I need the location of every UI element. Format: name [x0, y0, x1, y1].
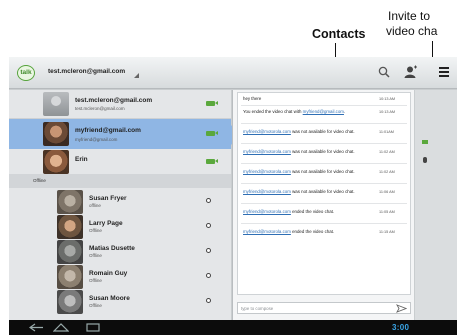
message-time: 11:15 AM [379, 230, 395, 234]
contact-name: Erin [75, 156, 88, 163]
invite-video-chat-callout: Invite to video cha [386, 9, 457, 39]
contact-name: Susan Moore [89, 295, 130, 302]
divider [241, 143, 407, 144]
contact-link[interactable]: myfriend@motorola.com [243, 169, 291, 174]
contact-row[interactable]: Susan Fryer offline [9, 189, 231, 214]
video-camera-icon [422, 140, 428, 144]
avatar [43, 92, 69, 116]
message-history[interactable]: hey there 10:13 AM You ended the video c… [237, 92, 411, 295]
contact-status: Offline [89, 253, 102, 258]
chat-message: myfriend@motorola.com was not available … [243, 169, 355, 174]
tablet-screen: talk test.mcleron@gmail.com test.mcleron… [9, 57, 457, 335]
send-icon[interactable] [396, 304, 407, 313]
contact-link[interactable]: myfriend@motorola.com [243, 209, 291, 214]
contacts-callout-label: Contacts [312, 27, 366, 41]
contact-link[interactable]: myfriend@motorola.com [243, 229, 291, 234]
chat-panel: hey there 10:13 AM You ended the video c… [232, 90, 414, 320]
offline-section-header: Offline [9, 174, 231, 188]
invite-callout-line2: video cha [386, 24, 438, 38]
divider [241, 183, 407, 184]
message-time: 11:05 AM [379, 210, 395, 214]
invite-callout-line1: Invite to [388, 9, 431, 23]
contact-row[interactable]: Susan Moore Offline [9, 289, 231, 314]
contact-name: myfriend@gmail.com [75, 127, 141, 134]
voice-chat-button[interactable] [419, 156, 431, 166]
contact-row-selected[interactable]: myfriend@gmail.com myfriend@gmail.com [9, 119, 240, 149]
contact-status: Offline [89, 228, 102, 233]
contact-name: test.mcleron@gmail.com [75, 97, 153, 104]
divider [241, 163, 407, 164]
system-bar: 3:00 [9, 320, 457, 335]
compose-input[interactable] [241, 305, 381, 312]
avatar [57, 190, 83, 214]
contact-name: Larry Page [89, 220, 123, 227]
recent-apps-icon[interactable] [85, 323, 101, 332]
contact-link[interactable]: myfriend@gmail.com [303, 109, 344, 114]
divider [241, 223, 407, 224]
contact-list: test.mcleron@gmail.com test.mcleron@gmai… [9, 90, 240, 320]
chat-message: You ended the video chat with myfriend@g… [243, 109, 346, 114]
chat-message: myfriend@motorola.com was not available … [243, 129, 355, 134]
talk-logo[interactable]: talk [17, 65, 35, 81]
contact-status: Offline [89, 278, 102, 283]
search-icon[interactable] [378, 66, 390, 78]
video-available-icon [206, 101, 218, 106]
contact-row[interactable]: test.mcleron@gmail.com test.mcleron@gmai… [9, 90, 231, 118]
account-dropdown-icon[interactable] [134, 73, 139, 78]
avatar [43, 122, 69, 146]
offline-status-icon [206, 298, 211, 303]
action-bar: talk test.mcleron@gmail.com [9, 57, 457, 89]
video-available-icon [206, 131, 218, 136]
contact-row[interactable]: Larry Page Offline [9, 214, 231, 239]
divider [241, 123, 407, 124]
contact-link[interactable]: myfriend@motorola.com [243, 149, 291, 154]
contact-name: Matias Dusette [89, 245, 135, 252]
chat-message: myfriend@motorola.com was not available … [243, 189, 355, 194]
contact-row[interactable]: Romain Guy Offline [9, 264, 231, 289]
contact-row[interactable]: Matias Dusette Offline [9, 239, 231, 264]
offline-status-icon [206, 223, 211, 228]
divider [241, 203, 407, 204]
video-available-icon [206, 159, 218, 164]
message-time: 11:06 AM [379, 190, 395, 194]
chat-message: hey there [243, 96, 262, 101]
message-time: 10:13 AM [379, 110, 396, 114]
avatar [57, 215, 83, 239]
account-name[interactable]: test.mcleron@gmail.com [48, 68, 125, 75]
offline-header-label: Offline [33, 178, 46, 183]
chat-message: myfriend@motorola.com ended the video ch… [243, 229, 335, 234]
avatar [43, 150, 69, 174]
message-time: 11:02 AM [379, 150, 395, 154]
offline-status-icon [206, 198, 211, 203]
contact-link[interactable]: myfriend@motorola.com [243, 189, 291, 194]
contact-status: test.mcleron@gmail.com [75, 106, 125, 111]
chat-message: myfriend@motorola.com ended the video ch… [243, 209, 335, 214]
contact-link[interactable]: myfriend@motorola.com [243, 129, 291, 134]
contact-name: Romain Guy [89, 270, 128, 277]
avatar [57, 240, 83, 264]
menu-icon[interactable] [439, 67, 449, 79]
contact-status: Offline [89, 303, 102, 308]
offline-status-icon [206, 273, 211, 278]
clock: 3:00 [392, 323, 410, 332]
message-time: 11:02 AM [379, 170, 395, 174]
avatar [57, 265, 83, 289]
avatar [57, 290, 83, 314]
contact-row[interactable]: Erin [9, 150, 231, 174]
divider [241, 105, 407, 106]
contact-status: myfriend@gmail.com [75, 137, 118, 142]
offline-status-icon [206, 248, 211, 253]
contact-name: Susan Fryer [89, 195, 127, 202]
contact-status: offline [89, 203, 101, 208]
microphone-icon [423, 157, 427, 163]
chat-message: myfriend@motorola.com was not available … [243, 149, 355, 154]
message-time: 11:01AM [379, 130, 394, 134]
back-icon[interactable] [29, 323, 45, 332]
video-chat-button[interactable] [419, 137, 431, 147]
compose-box [237, 302, 411, 314]
chat-controls-rail [415, 90, 457, 320]
message-time: 10:13 AM [379, 97, 396, 101]
add-contact-icon[interactable] [403, 65, 417, 79]
home-icon[interactable] [53, 323, 69, 332]
